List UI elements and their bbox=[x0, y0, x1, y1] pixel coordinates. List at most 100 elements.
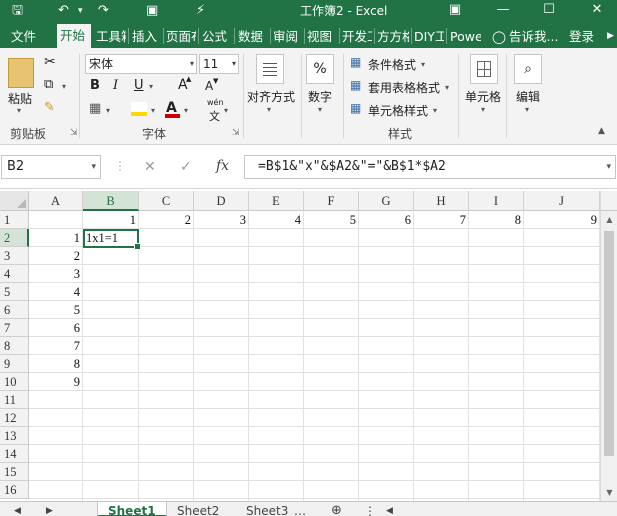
tab-formulas[interactable]: 公式 bbox=[202, 25, 232, 48]
column-header-c[interactable]: C bbox=[139, 191, 194, 211]
cell-j1[interactable]: 9 bbox=[524, 211, 599, 229]
cell-e1[interactable]: 4 bbox=[249, 211, 303, 229]
select-all-corner[interactable] bbox=[0, 191, 29, 211]
tab-toolbox[interactable]: 工具箱 bbox=[96, 25, 126, 48]
add-sheet-icon[interactable]: ⊕ bbox=[331, 502, 342, 516]
cell-a3[interactable]: 2 bbox=[29, 247, 82, 265]
cell-b1[interactable]: 1 bbox=[83, 211, 138, 229]
cell-a5[interactable]: 4 bbox=[29, 283, 82, 301]
row-header-9[interactable]: 9 bbox=[0, 355, 29, 373]
format-table-button[interactable]: 套用表格格式 bbox=[368, 79, 440, 96]
cell-styles-icon[interactable]: ▦ bbox=[350, 101, 361, 115]
phonetic-dropdown-icon[interactable]: ▾ bbox=[224, 106, 228, 115]
format-table-icon[interactable]: ▦ bbox=[350, 78, 361, 92]
prev-sheet-icon[interactable]: ◀ bbox=[14, 502, 21, 516]
undo-icon[interactable]: ↶ bbox=[58, 0, 69, 22]
maximize-button[interactable]: ☐ bbox=[534, 0, 564, 22]
cell-a6[interactable]: 5 bbox=[29, 301, 82, 319]
number-dropdown-icon[interactable]: ▾ bbox=[318, 105, 322, 114]
name-box[interactable]: B2 ▾ bbox=[1, 155, 101, 179]
editing-dropdown-icon[interactable]: ▾ bbox=[525, 105, 529, 114]
row-header-14[interactable]: 14 bbox=[0, 445, 29, 463]
cell-g1[interactable]: 6 bbox=[359, 211, 413, 229]
column-header-f[interactable]: F bbox=[304, 191, 359, 211]
row-header-11[interactable]: 11 bbox=[0, 391, 29, 409]
minimize-button[interactable]: — bbox=[488, 0, 518, 22]
cell-h1[interactable]: 7 bbox=[414, 211, 468, 229]
tab-page-layout[interactable]: 页面布局 bbox=[166, 25, 196, 48]
cell-a8[interactable]: 7 bbox=[29, 337, 82, 355]
confirm-formula-icon[interactable]: ✓ bbox=[180, 159, 192, 175]
font-name-select[interactable]: 宋体 ▾ bbox=[85, 54, 197, 74]
save-icon[interactable]: 🖫 bbox=[12, 0, 23, 22]
row-header-15[interactable]: 15 bbox=[0, 463, 29, 481]
paste-clipboard-icon[interactable] bbox=[8, 58, 34, 88]
tab-power[interactable]: Power bbox=[450, 25, 481, 48]
tab-data[interactable]: 数据 bbox=[238, 25, 268, 48]
cell-styles-dropdown-icon[interactable]: ▾ bbox=[433, 106, 437, 115]
column-header-a[interactable]: A bbox=[29, 191, 83, 211]
hscroll-left-icon[interactable]: ◀ bbox=[386, 502, 393, 516]
underline-dropdown-icon[interactable]: ▾ bbox=[149, 82, 153, 91]
row-header-3[interactable]: 3 bbox=[0, 247, 29, 265]
copy-dropdown-icon[interactable]: ▾ bbox=[62, 82, 66, 91]
login-link[interactable]: 登录 bbox=[569, 25, 594, 48]
formula-input[interactable]: =B$1&"x"&$A2&"="&B$1*$A2 ▾ bbox=[244, 155, 616, 179]
cell-a2[interactable]: 1 bbox=[29, 229, 82, 247]
search-icon[interactable]: ⌕ bbox=[514, 54, 542, 84]
tab-home[interactable]: 开始 bbox=[57, 24, 91, 48]
tab-view[interactable]: 视图 bbox=[307, 25, 337, 48]
format-painter-icon[interactable]: ✎ bbox=[44, 100, 55, 115]
column-header-i[interactable]: I bbox=[469, 191, 524, 211]
cell-d1[interactable]: 3 bbox=[194, 211, 248, 229]
conditional-format-button[interactable]: 条件格式 bbox=[368, 56, 416, 73]
row-header-8[interactable]: 8 bbox=[0, 337, 29, 355]
formula-bar-grip-icon[interactable]: ⋮ bbox=[114, 159, 126, 173]
redo-icon[interactable]: ↷ bbox=[98, 0, 109, 22]
column-header-h[interactable]: H bbox=[414, 191, 469, 211]
cell-styles-button[interactable]: 单元格样式 bbox=[368, 102, 428, 119]
decrease-font-button[interactable]: A bbox=[205, 79, 213, 93]
cell-i1[interactable]: 8 bbox=[469, 211, 523, 229]
column-header-d[interactable]: D bbox=[194, 191, 249, 211]
cell-a4[interactable]: 3 bbox=[29, 265, 82, 283]
row-header-7[interactable]: 7 bbox=[0, 319, 29, 337]
tab-review[interactable]: 审阅 bbox=[273, 25, 303, 48]
cancel-formula-icon[interactable]: ✕ bbox=[144, 159, 156, 175]
clipboard-launcher-icon[interactable]: ⇲ bbox=[70, 128, 78, 138]
row-header-5[interactable]: 5 bbox=[0, 283, 29, 301]
next-sheet-icon[interactable]: ▶ bbox=[46, 502, 53, 516]
cell-a9[interactable]: 8 bbox=[29, 355, 82, 373]
font-color-dropdown-icon[interactable]: ▾ bbox=[184, 106, 188, 115]
fill-color-icon[interactable] bbox=[131, 102, 147, 112]
row-header-4[interactable]: 4 bbox=[0, 265, 29, 283]
row-header-10[interactable]: 10 bbox=[0, 373, 29, 391]
cell-f1[interactable]: 5 bbox=[304, 211, 358, 229]
lightning-icon[interactable]: ⚡ bbox=[196, 0, 205, 22]
tab-insert[interactable]: 插入 bbox=[132, 25, 162, 48]
conditional-format-dropdown-icon[interactable]: ▾ bbox=[421, 60, 425, 69]
column-header-b[interactable]: B bbox=[83, 191, 139, 211]
column-header-e[interactable]: E bbox=[249, 191, 304, 211]
conditional-format-icon[interactable]: ▦ bbox=[350, 55, 361, 69]
number-format-button[interactable]: 数字 bbox=[308, 88, 332, 105]
insert-function-button[interactable]: fx bbox=[216, 158, 229, 174]
tab-diy-toolbox[interactable]: DIY工具箱 bbox=[414, 25, 444, 48]
tabs-scroll-right-icon[interactable]: ▶ bbox=[607, 25, 614, 48]
alignment-icon[interactable] bbox=[256, 54, 284, 84]
cells-button[interactable]: 单元格 bbox=[465, 88, 501, 105]
borders-dropdown-icon[interactable]: ▾ bbox=[106, 106, 110, 115]
row-header-6[interactable]: 6 bbox=[0, 301, 29, 319]
tab-developer[interactable]: 开发工具 bbox=[342, 25, 372, 48]
copy-icon[interactable]: ⧉ bbox=[44, 77, 53, 92]
cells-icon[interactable] bbox=[470, 54, 498, 84]
column-header-g[interactable]: G bbox=[359, 191, 414, 211]
sheet-scroll-grip-icon[interactable]: ⋮ bbox=[364, 502, 376, 516]
paste-button[interactable]: 粘贴 bbox=[8, 90, 32, 107]
row-header-2[interactable]: 2 bbox=[0, 229, 29, 247]
paste-dropdown-icon[interactable]: ▾ bbox=[17, 106, 21, 115]
cell-a10[interactable]: 9 bbox=[29, 373, 82, 391]
undo-dropdown-icon[interactable]: ▾ bbox=[78, 0, 83, 22]
tab-fangfang[interactable]: 方方格子 bbox=[377, 25, 409, 48]
cell-c1[interactable]: 2 bbox=[139, 211, 193, 229]
